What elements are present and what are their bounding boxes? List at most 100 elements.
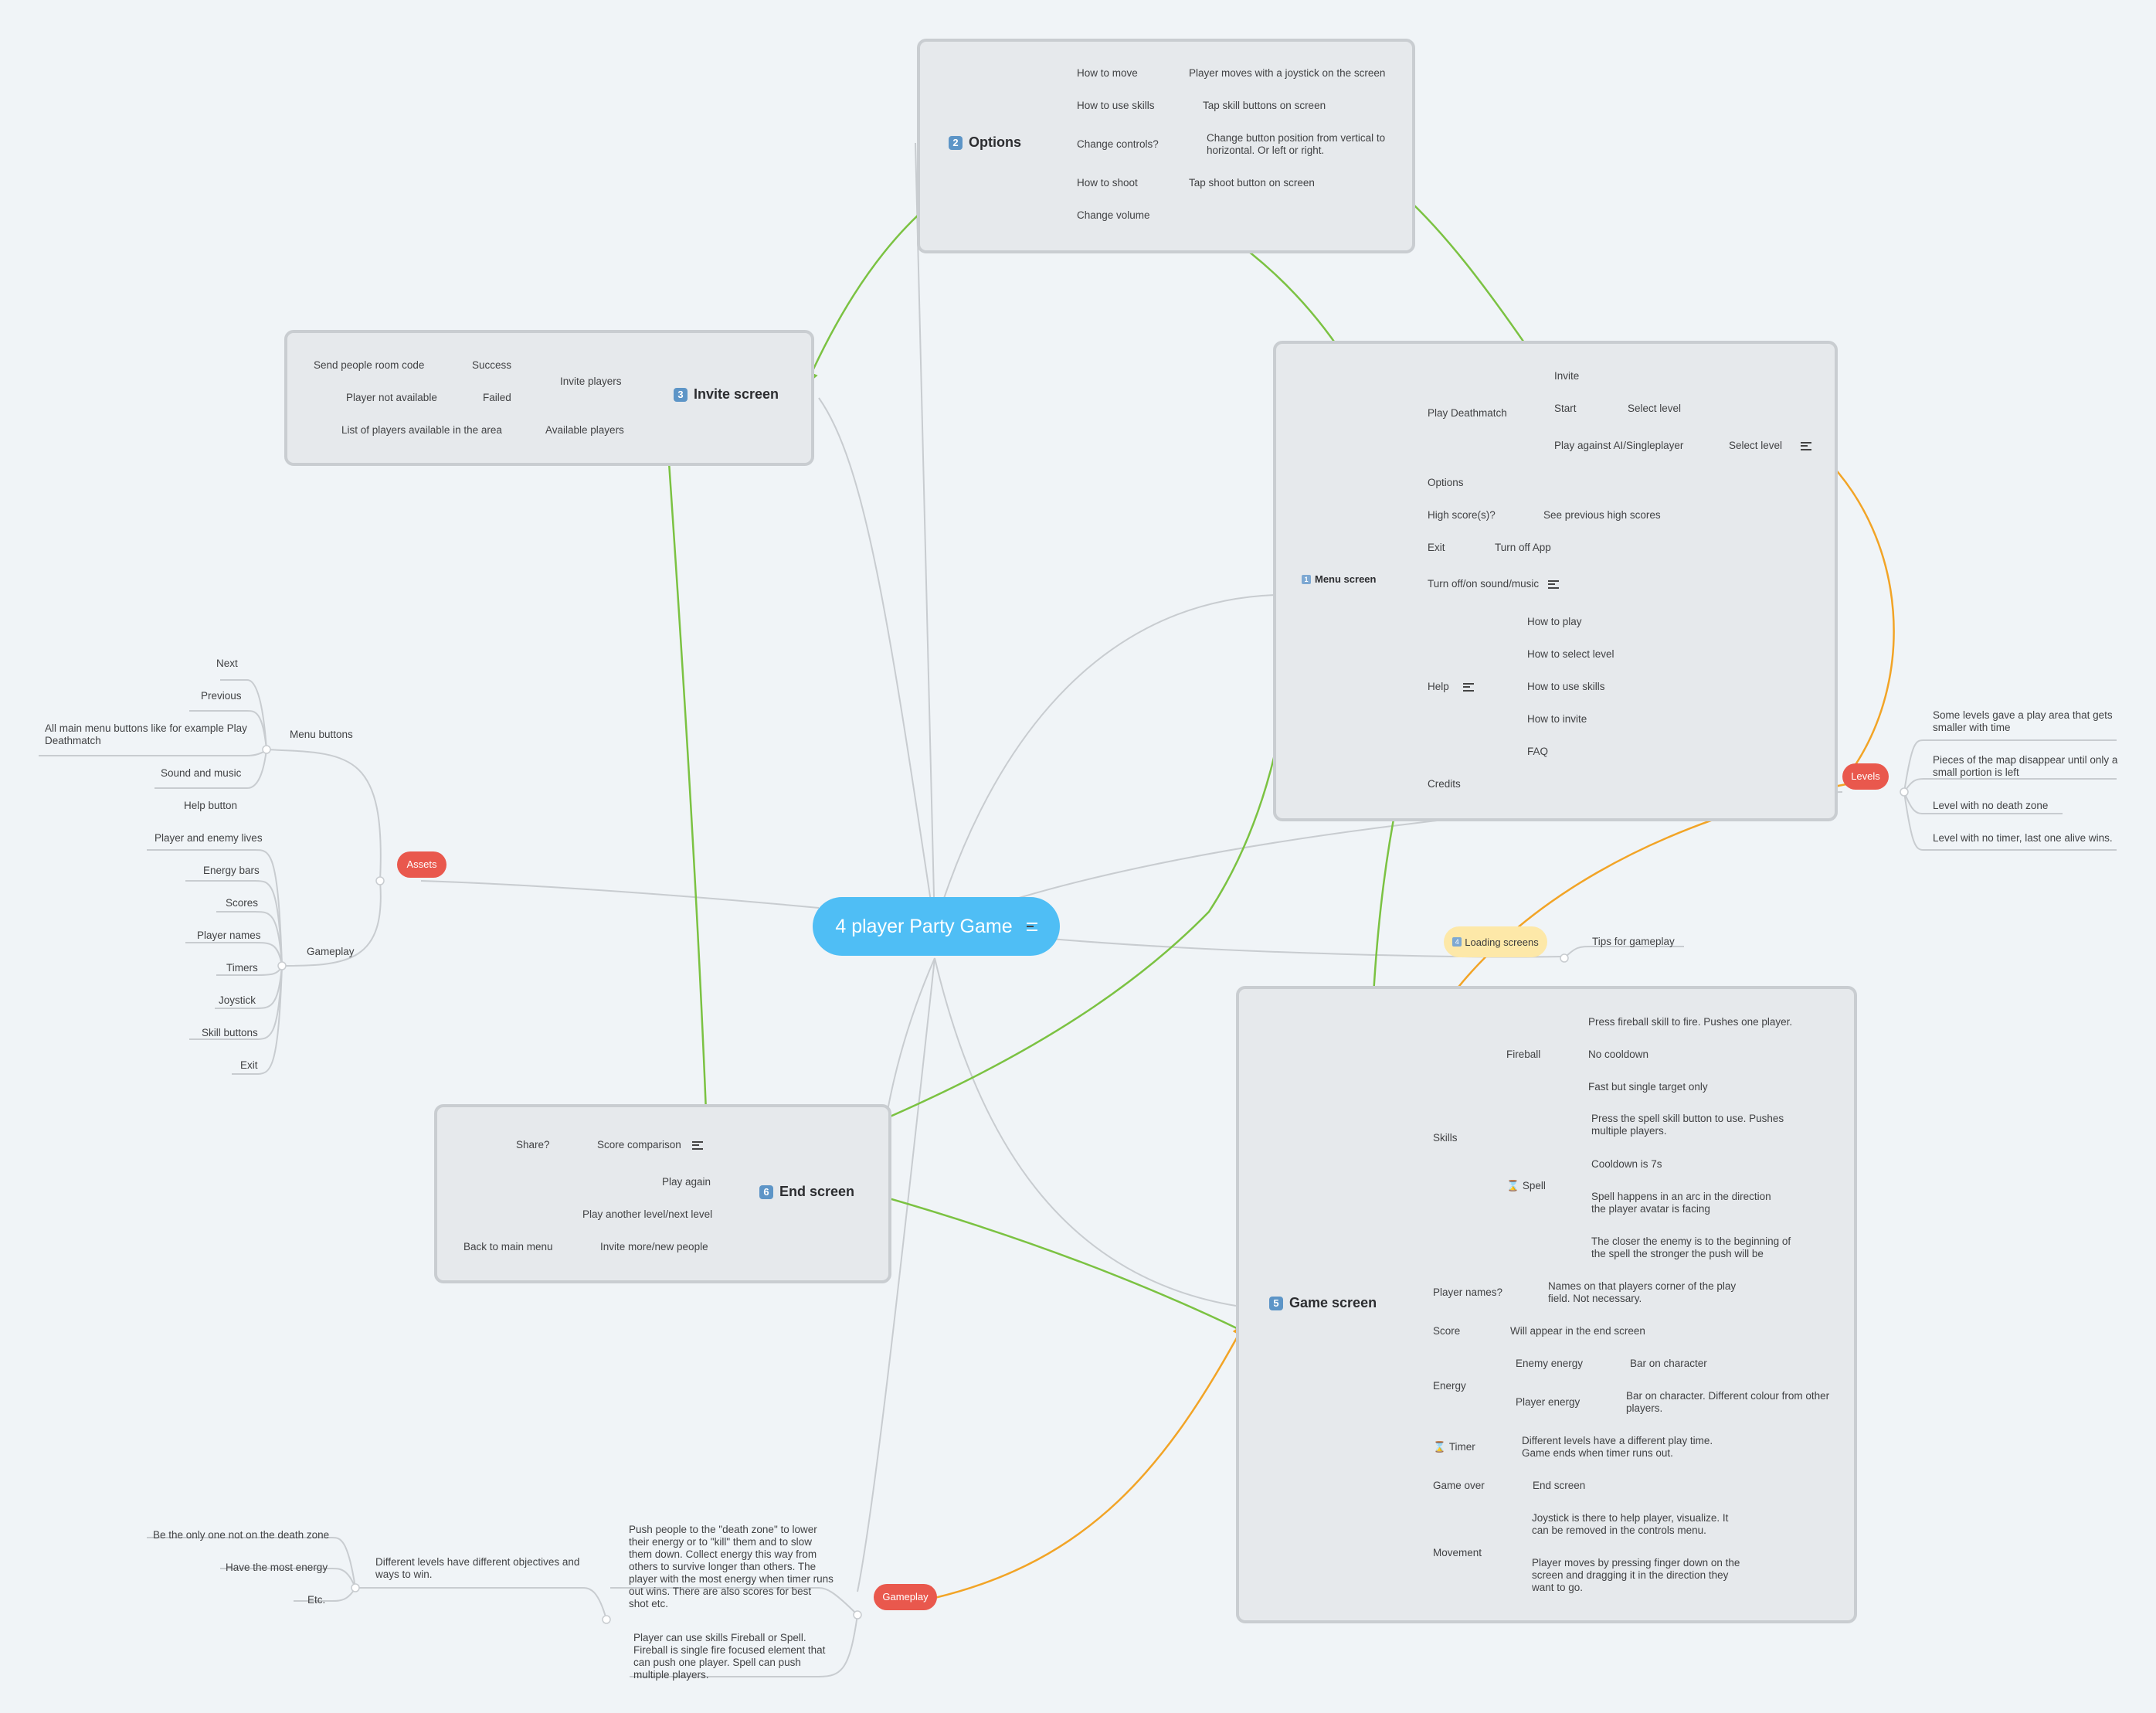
- menu-credits[interactable]: Credits: [1428, 778, 1461, 790]
- game-score[interactable]: Score: [1433, 1325, 1460, 1337]
- game-fireball[interactable]: Fireball: [1506, 1049, 1540, 1061]
- invite-success[interactable]: Success: [472, 359, 511, 372]
- movement-item[interactable]: Joystick is there to help player, visual…: [1532, 1512, 1733, 1537]
- game-energy[interactable]: Energy: [1433, 1380, 1466, 1392]
- menu-turn-off[interactable]: Turn off App: [1495, 542, 1551, 554]
- game-score-detail[interactable]: Will appear in the end screen: [1510, 1325, 1645, 1337]
- game-player-names[interactable]: Player names?: [1433, 1286, 1502, 1299]
- options-change-controls[interactable]: Change controls?: [1077, 138, 1159, 151]
- end-play-another[interactable]: Play another level/next level: [582, 1208, 712, 1221]
- end-play-again[interactable]: Play again: [662, 1176, 711, 1188]
- menu-select-level-1[interactable]: Select level: [1628, 403, 1681, 415]
- spell-item[interactable]: Spell happens in an arc in the direction…: [1591, 1191, 1788, 1215]
- options-change-volume[interactable]: Change volume: [1077, 209, 1150, 222]
- menu-select-level-2[interactable]: Select level: [1729, 440, 1812, 452]
- end-invite-more[interactable]: Invite more/new people: [600, 1241, 708, 1253]
- menu-play-ai[interactable]: Play against AI/Singleplayer: [1554, 440, 1683, 452]
- asset-gameplay-item[interactable]: Player names: [197, 930, 261, 942]
- options-how-to-shoot-detail[interactable]: Tap shoot button on screen: [1189, 177, 1315, 189]
- menu-see-scores[interactable]: See previous high scores: [1543, 509, 1661, 522]
- invite-list-players[interactable]: List of players available in the area: [341, 424, 502, 437]
- menu-faq[interactable]: FAQ: [1527, 746, 1548, 758]
- asset-menu-item[interactable]: All main menu buttons like for example P…: [45, 722, 253, 747]
- asset-gameplay-item[interactable]: Exit: [240, 1059, 258, 1072]
- asset-menu-item[interactable]: Next: [216, 658, 238, 670]
- spell-item[interactable]: The closer the enemy is to the beginning…: [1591, 1235, 1792, 1260]
- options-topic[interactable]: 2 Options: [949, 134, 1021, 151]
- menu-how-to-invite[interactable]: How to invite: [1527, 713, 1587, 726]
- gameplay-push[interactable]: Push people to the "death zone" to lower…: [629, 1524, 834, 1610]
- menu-help[interactable]: Help: [1428, 681, 1474, 693]
- gameplay-objective-item[interactable]: Have the most energy: [226, 1562, 328, 1574]
- end-score-comparison[interactable]: Score comparison: [597, 1139, 703, 1151]
- spell-item[interactable]: Cooldown is 7s: [1591, 1158, 1662, 1171]
- game-skills[interactable]: Skills: [1433, 1132, 1458, 1144]
- level-item[interactable]: Pieces of the map disappear until only a…: [1933, 754, 2118, 779]
- asset-menu-item[interactable]: Previous: [201, 690, 242, 702]
- end-topic[interactable]: 6 End screen: [759, 1184, 854, 1200]
- level-item[interactable]: Some levels gave a play area that gets s…: [1933, 709, 2118, 734]
- invite-invite-players[interactable]: Invite players: [560, 376, 622, 388]
- asset-gameplay-item[interactable]: Skill buttons: [202, 1027, 258, 1039]
- loading-topic[interactable]: 4 Loading screens: [1444, 926, 1547, 957]
- invite-topic[interactable]: 3 Invite screen: [674, 386, 779, 403]
- invite-send-code[interactable]: Send people room code: [314, 359, 424, 372]
- options-how-to-move[interactable]: How to move: [1077, 67, 1138, 80]
- asset-gameplay-item[interactable]: Scores: [226, 897, 258, 909]
- game-player-names-detail[interactable]: Names on that players corner of the play…: [1548, 1280, 1749, 1305]
- assets-gameplay[interactable]: Gameplay: [307, 946, 355, 958]
- invite-not-available[interactable]: Player not available: [346, 392, 437, 404]
- menu-how-to-skills[interactable]: How to use skills: [1527, 681, 1605, 693]
- options-how-to-use-skills[interactable]: How to use skills: [1077, 100, 1155, 112]
- end-share[interactable]: Share?: [516, 1139, 550, 1151]
- menu-sound[interactable]: Turn off/on sound/music: [1428, 578, 1560, 590]
- options-how-to-use-skills-detail[interactable]: Tap skill buttons on screen: [1203, 100, 1326, 112]
- fireball-item[interactable]: Press fireball skill to fire. Pushes one…: [1588, 1016, 1792, 1028]
- game-movement[interactable]: Movement: [1433, 1547, 1482, 1559]
- asset-menu-item[interactable]: Help button: [184, 800, 237, 812]
- menu-how-to-select[interactable]: How to select level: [1527, 648, 1614, 661]
- menu-high-scores[interactable]: High score(s)?: [1428, 509, 1496, 522]
- game-enemy-energy[interactable]: Enemy energy: [1516, 1358, 1583, 1370]
- game-timer[interactable]: ⌛ Timer: [1433, 1441, 1475, 1453]
- gameplay-skills[interactable]: Player can use skills Fireball or Spell.…: [633, 1632, 834, 1681]
- levels-topic[interactable]: Levels: [1842, 763, 1889, 790]
- menu-start[interactable]: Start: [1554, 403, 1577, 415]
- menu-how-to-play[interactable]: How to play: [1527, 616, 1582, 628]
- asset-gameplay-item[interactable]: Energy bars: [203, 865, 260, 877]
- options-change-controls-detail[interactable]: Change button position from vertical to …: [1207, 132, 1400, 157]
- menu-invite[interactable]: Invite: [1554, 370, 1579, 382]
- menu-topic[interactable]: 1 Menu screen: [1302, 573, 1376, 585]
- asset-menu-item[interactable]: Sound and music: [161, 767, 241, 780]
- assets-menu-buttons[interactable]: Menu buttons: [290, 729, 353, 741]
- options-how-to-shoot[interactable]: How to shoot: [1077, 177, 1138, 189]
- game-player-energy-detail[interactable]: Bar on character. Different colour from …: [1626, 1390, 1835, 1415]
- gameplay-objectives[interactable]: Different levels have different objectiv…: [375, 1556, 584, 1581]
- game-end-screen[interactable]: End screen: [1533, 1480, 1585, 1492]
- level-item[interactable]: Level with no death zone: [1933, 800, 2048, 812]
- gameplay-objective-item[interactable]: Be the only one not on the death zone: [153, 1529, 329, 1541]
- asset-gameplay-item[interactable]: Timers: [226, 962, 258, 974]
- central-topic[interactable]: 4 player Party Game: [813, 897, 1060, 956]
- gameplay-objective-item[interactable]: Etc.: [307, 1594, 325, 1606]
- menu-play-deathmatch[interactable]: Play Deathmatch: [1428, 407, 1507, 420]
- fireball-item[interactable]: No cooldown: [1588, 1049, 1648, 1061]
- menu-exit[interactable]: Exit: [1428, 542, 1445, 554]
- asset-gameplay-item[interactable]: Joystick: [219, 994, 256, 1007]
- fireball-item[interactable]: Fast but single target only: [1588, 1081, 1708, 1093]
- invite-available-players[interactable]: Available players: [545, 424, 624, 437]
- assets-topic[interactable]: Assets: [397, 851, 446, 878]
- options-how-to-move-detail[interactable]: Player moves with a joystick on the scre…: [1189, 67, 1385, 80]
- invite-failed[interactable]: Failed: [483, 392, 511, 404]
- movement-item[interactable]: Player moves by pressing finger down on …: [1532, 1557, 1740, 1594]
- level-item[interactable]: Level with no timer, last one alive wins…: [1933, 832, 2113, 845]
- game-enemy-energy-detail[interactable]: Bar on character: [1630, 1358, 1707, 1370]
- game-topic[interactable]: 5 Game screen: [1269, 1295, 1377, 1311]
- gameplay-topic[interactable]: Gameplay: [874, 1584, 937, 1610]
- menu-options[interactable]: Options: [1428, 477, 1464, 489]
- loading-tips[interactable]: Tips for gameplay: [1592, 936, 1675, 948]
- game-timer-detail[interactable]: Different levels have a different play t…: [1522, 1435, 1719, 1460]
- game-player-energy[interactable]: Player energy: [1516, 1396, 1580, 1409]
- game-spell[interactable]: ⌛ Spell: [1506, 1180, 1546, 1192]
- end-back-menu[interactable]: Back to main menu: [463, 1241, 553, 1253]
